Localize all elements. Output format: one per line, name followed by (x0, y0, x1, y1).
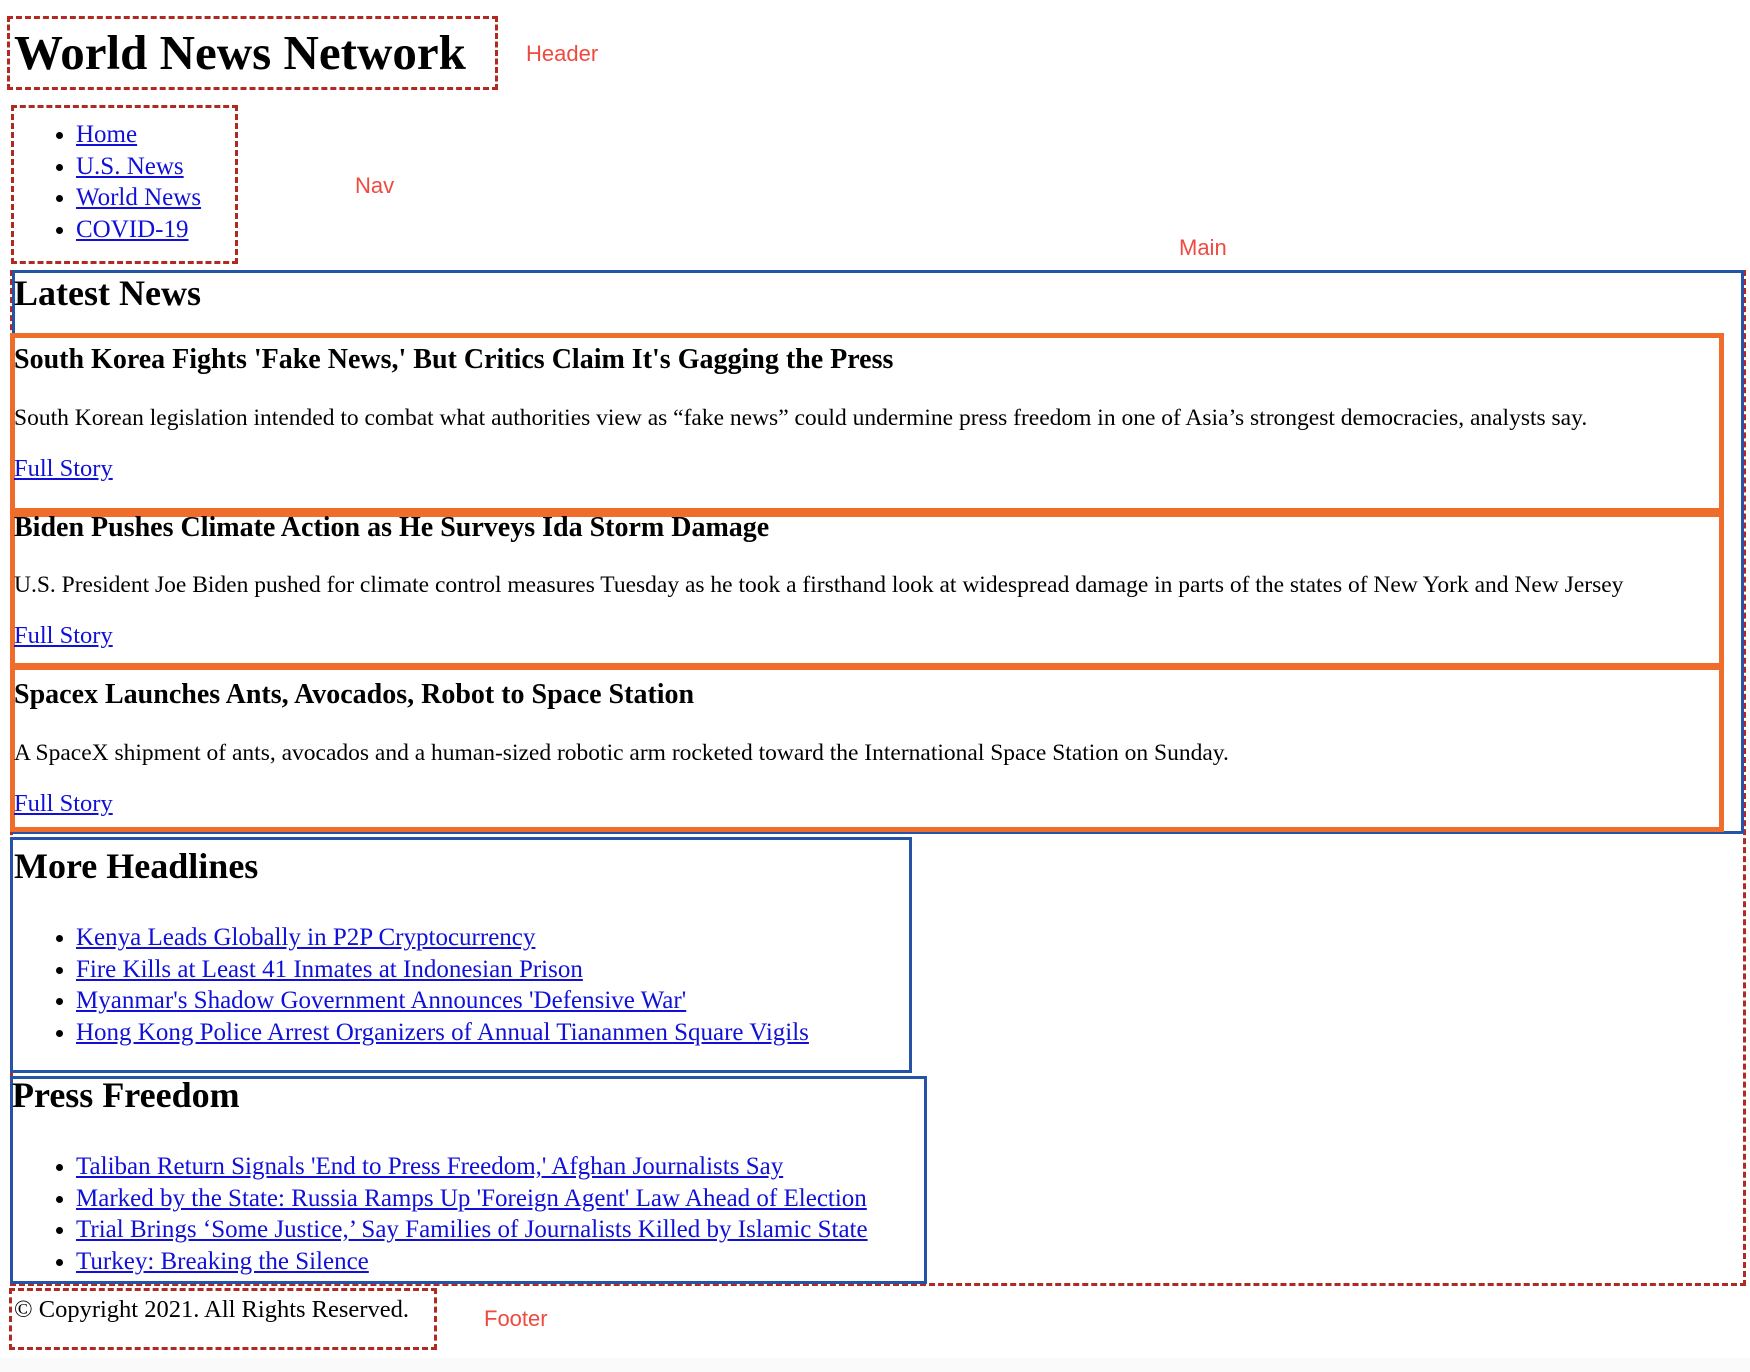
nav-item-home: Home (76, 119, 201, 151)
press-freedom-heading: Press Freedom (12, 1075, 240, 1115)
list-item: Hong Kong Police Arrest Organizers of An… (76, 1017, 809, 1049)
nav-item-covid: COVID-19 (76, 214, 201, 246)
more-headlines-heading: More Headlines (14, 846, 259, 886)
main-annotation: Main (1179, 235, 1227, 260)
article-title: South Korea Fights 'Fake News,' But Crit… (14, 344, 894, 375)
press-freedom-list: Taliban Return Signals 'End to Press Fre… (14, 1151, 868, 1277)
latest-news-heading: Latest News (14, 273, 201, 313)
full-story-link[interactable]: Full Story (14, 622, 113, 650)
article-title: Spacex Launches Ants, Avocados, Robot to… (14, 679, 695, 710)
list-item: Fire Kills at Least 41 Inmates at Indone… (76, 954, 809, 986)
nav-link-covid[interactable]: COVID-19 (76, 216, 189, 243)
site-title: World News Network (14, 25, 466, 80)
list-item: Myanmar's Shadow Government Announces 'D… (76, 985, 809, 1017)
headline-link[interactable]: Hong Kong Police Arrest Organizers of An… (76, 1019, 809, 1046)
article-title: Biden Pushes Climate Action as He Survey… (14, 512, 770, 543)
press-freedom-link[interactable]: Trial Brings ‘Some Justice,’ Say Familie… (76, 1216, 868, 1243)
article-summary: U.S. President Joe Biden pushed for clim… (14, 572, 1624, 598)
headline-link[interactable]: Fire Kills at Least 41 Inmates at Indone… (76, 956, 583, 983)
list-item: Taliban Return Signals 'End to Press Fre… (76, 1151, 868, 1183)
nav-list: Home U.S. News World News COVID-19 (14, 119, 201, 245)
full-story-link[interactable]: Full Story (14, 455, 113, 483)
nav-item-us-news: U.S. News (76, 151, 201, 183)
article-summary: South Korean legislation intended to com… (14, 405, 1588, 431)
nav-annotation: Nav (355, 173, 395, 198)
footer-annotation: Footer (484, 1306, 548, 1331)
copyright-text: © Copyright 2021. All Rights Reserved. (14, 1296, 409, 1323)
nav-link-us-news[interactable]: U.S. News (76, 153, 184, 180)
headline-link[interactable]: Kenya Leads Globally in P2P Cryptocurren… (76, 924, 535, 951)
nav-item-world-news: World News (76, 182, 201, 214)
article-summary: A SpaceX shipment of ants, avocados and … (14, 740, 1229, 766)
nav-link-home[interactable]: Home (76, 121, 137, 148)
press-freedom-link[interactable]: Taliban Return Signals 'End to Press Fre… (76, 1153, 783, 1180)
press-freedom-link[interactable]: Turkey: Breaking the Silence (76, 1248, 369, 1275)
full-story-link[interactable]: Full Story (14, 790, 113, 818)
header-annotation: Header (526, 41, 599, 66)
list-item: Turkey: Breaking the Silence (76, 1246, 868, 1278)
press-freedom-link[interactable]: Marked by the State: Russia Ramps Up 'Fo… (76, 1185, 867, 1212)
nav-link-world-news[interactable]: World News (76, 184, 201, 211)
list-item: Trial Brings ‘Some Justice,’ Say Familie… (76, 1214, 868, 1246)
more-headlines-list: Kenya Leads Globally in P2P Cryptocurren… (14, 922, 809, 1048)
list-item: Kenya Leads Globally in P2P Cryptocurren… (76, 922, 809, 954)
page-bottom-edge (0, 1358, 1750, 1372)
headline-link[interactable]: Myanmar's Shadow Government Announces 'D… (76, 987, 686, 1014)
list-item: Marked by the State: Russia Ramps Up 'Fo… (76, 1183, 868, 1215)
